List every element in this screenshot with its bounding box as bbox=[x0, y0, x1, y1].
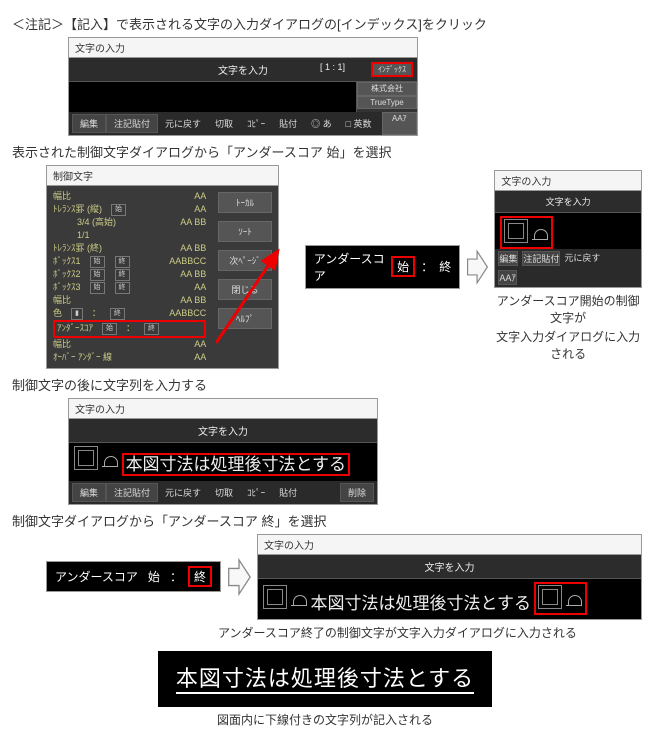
step-2-text: 表示された制御文字ダイアログから「アンダースコア 始」を選択 bbox=[12, 142, 642, 161]
toolbar: 編集 注記貼付 元に戻す bbox=[495, 249, 641, 268]
tb-copy[interactable]: ｺﾋﾟｰ bbox=[240, 115, 272, 132]
ctrl-side-buttons: ﾄｰｶﾙ ｿｰﾄ 次ﾍﾟｰｼﾞ 閉じる ﾍﾙﾌﾟ bbox=[212, 186, 278, 368]
caption-c: 図面内に下線付きの文字列が記入される bbox=[8, 711, 642, 728]
text-input-dialog-2: 文字の入力 文字を入力 本図寸法は処理後寸法とする 編集 注記貼付 元に戻す 切… bbox=[68, 398, 378, 505]
final-rendered-text: 本図寸法は処理後寸法とする bbox=[158, 651, 492, 707]
tb-undo[interactable]: 元に戻す bbox=[564, 251, 600, 266]
bell-glyph-end-icon bbox=[565, 593, 583, 611]
underscore-row[interactable]: ｱﾝﾀﾞｰｽｺｱ 始 ： 終 bbox=[53, 320, 206, 337]
ctrl-glyph-icon bbox=[74, 446, 98, 470]
step-3-text: 制御文字の後に文字列を入力する bbox=[12, 375, 642, 394]
input-area[interactable] bbox=[495, 213, 641, 249]
index-button[interactable]: ｲﾝﾃﾞｯｸｽ bbox=[371, 62, 413, 78]
sep: ： bbox=[421, 258, 433, 275]
side-page[interactable]: 次ﾍﾟｰｼﾞ bbox=[218, 250, 272, 271]
input-area[interactable]: 本図寸法は処理後寸法とする bbox=[258, 579, 641, 619]
tb-edit[interactable]: 編集 bbox=[72, 114, 106, 133]
arrow-right-icon bbox=[227, 555, 251, 599]
ctrl-dialog-title: 制御文字 bbox=[47, 166, 278, 186]
tb-circle[interactable]: ◎ あ bbox=[304, 115, 339, 132]
truetype-button[interactable]: TrueType bbox=[357, 96, 417, 110]
header-input-label: 文字を入力 bbox=[218, 62, 268, 77]
arrow-right-icon bbox=[466, 245, 488, 289]
bell-glyph-icon bbox=[101, 454, 119, 472]
tb-paste[interactable]: 注記貼付 bbox=[522, 251, 560, 266]
entered-text: 本図寸法は処理後寸法とする bbox=[122, 453, 351, 476]
counter: [ 1 : 1] bbox=[320, 62, 345, 72]
tb-undo[interactable]: 元に戻す bbox=[158, 115, 208, 132]
tb-paste[interactable]: 注記貼付 bbox=[106, 483, 158, 502]
begin-marker[interactable]: 始 bbox=[391, 256, 415, 277]
ctrl-glyph-icon bbox=[504, 219, 528, 243]
dialog-title: 文字の入力 bbox=[495, 171, 641, 191]
step-4-text: 制御文字ダイアログから「アンダースコア 終」を選択 bbox=[12, 511, 642, 530]
side-help[interactable]: ﾍﾙﾌﾟ bbox=[218, 308, 272, 329]
text-input-dialog-3: 文字の入力 文字を入力 本図寸法は処理後寸法とする bbox=[257, 534, 642, 620]
side-close[interactable]: 閉じる bbox=[218, 279, 272, 300]
underscore-label: アンダースコア bbox=[314, 250, 385, 284]
side-all[interactable]: ﾄｰｶﾙ bbox=[218, 192, 272, 213]
caption-b: アンダースコア終了の制御文字が文字入力ダイアログに入力される bbox=[218, 624, 642, 641]
tb-delete[interactable]: 削除 bbox=[340, 483, 374, 502]
release-button[interactable]: 株式会社 bbox=[357, 82, 417, 96]
tb-cut[interactable]: 切取 bbox=[208, 484, 240, 501]
dialog-title: 文字の入力 bbox=[69, 399, 377, 419]
entered-text: 本図寸法は処理後寸法とする bbox=[311, 594, 532, 613]
toolbar: 編集 注記貼付 元に戻す 切取 ｺﾋﾟｰ 貼付 削除 bbox=[69, 481, 377, 504]
input-area[interactable]: 本図寸法は処理後寸法とする bbox=[69, 443, 377, 481]
step-1-text: ＜注記＞【記入】で表示される文字の入力ダイアログの[インデックス]をクリック bbox=[12, 14, 642, 33]
text-input-dialog-1: 文字の入力 文字を入力 [ 1 : 1] ｲﾝﾃﾞｯｸｽ 株式会社 TrueTy… bbox=[68, 37, 418, 136]
underscore-zoom-end: アンダースコア 始 ： 終 bbox=[46, 561, 221, 592]
dialog-header: 文字を入力 [ 1 : 1] ｲﾝﾃﾞｯｸｽ bbox=[69, 58, 417, 82]
ctrl-glyph-icon bbox=[263, 585, 287, 609]
caption-a-line1: アンダースコア開始の制御文字が bbox=[494, 292, 642, 326]
dialog-title: 文字の入力 bbox=[258, 535, 641, 555]
aa-button[interactable]: AAｱ bbox=[498, 270, 517, 285]
bell-glyph-icon bbox=[531, 227, 549, 245]
ctrl-glyph-end-icon bbox=[538, 585, 562, 609]
tb-edit[interactable]: 編集 bbox=[498, 251, 518, 266]
end-marker: 終 bbox=[439, 258, 451, 275]
tb-paste2[interactable]: 貼付 bbox=[272, 484, 304, 501]
tb-edit[interactable]: 編集 bbox=[72, 483, 106, 502]
caption-a-line2: 文字入力ダイアログに入力される bbox=[494, 328, 642, 362]
tb-paste2[interactable]: 貼付 bbox=[272, 115, 304, 132]
tb-paste[interactable]: 注記貼付 bbox=[106, 114, 158, 133]
underscore-begin-sym[interactable]: 始 bbox=[102, 323, 117, 335]
underscore-zoom: アンダースコア 始 ： 終 bbox=[305, 245, 460, 289]
side-sort[interactable]: ｿｰﾄ bbox=[218, 221, 272, 242]
tb-copy[interactable]: ｺﾋﾟｰ bbox=[240, 484, 272, 501]
dialog-title: 文字の入力 bbox=[69, 38, 417, 58]
toolbar: 編集 注記貼付 元に戻す 切取 ｺﾋﾟｰ 貼付 ◎ あ □ 英数 bbox=[69, 112, 382, 135]
begin-marker: 始 bbox=[144, 568, 164, 585]
end-marker[interactable]: 終 bbox=[188, 566, 212, 587]
bell-glyph-icon bbox=[290, 593, 308, 611]
tb-cut[interactable]: 切取 bbox=[208, 115, 240, 132]
aa-button[interactable]: AAｱ bbox=[382, 112, 417, 135]
ctrl-list: 幅比AA ﾄﾚﾗﾝｽ罫 (縦)始AA 3/4 (高始)AA BB 1/1 ﾄﾚﾗ… bbox=[47, 186, 212, 368]
tb-undo[interactable]: 元に戻す bbox=[158, 484, 208, 501]
control-char-dialog: 制御文字 幅比AA ﾄﾚﾗﾝｽ罫 (縦)始AA 3/4 (高始)AA BB 1/… bbox=[46, 165, 279, 369]
text-input-dialog-result1: 文字の入力 文字を入力 編集 注記貼付 元に戻す AAｱ bbox=[494, 170, 642, 288]
input-area[interactable] bbox=[69, 82, 356, 112]
tb-checks[interactable]: □ 英数 bbox=[339, 115, 379, 132]
dialog-header: 文字を入力 bbox=[495, 191, 641, 213]
